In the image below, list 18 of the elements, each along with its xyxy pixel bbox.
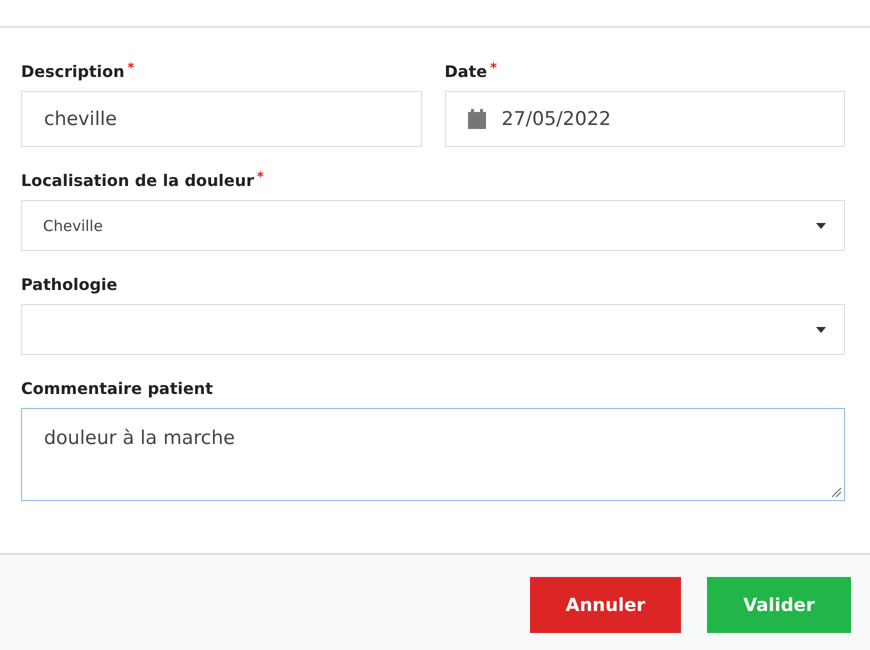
- field-label: Commentaire patient: [21, 379, 213, 398]
- input-field[interactable]: cheville: [21, 91, 422, 147]
- field-label: Pathologie: [21, 275, 118, 294]
- date-field[interactable]: 27/05/2022: [444, 91, 845, 147]
- required-mark: *: [490, 62, 497, 75]
- field-label: Date: [444, 62, 488, 81]
- field-label: Localisation de la douleur: [21, 171, 254, 190]
- required-mark: *: [127, 62, 134, 75]
- text-area[interactable]: douleur à la marche: [21, 408, 845, 501]
- caret-icon: [816, 222, 826, 228]
- select-field[interactable]: [21, 304, 845, 355]
- field-label: Description: [21, 62, 124, 81]
- select-field[interactable]: Cheville: [21, 200, 845, 251]
- required-mark: *: [257, 171, 264, 184]
- cancel-button[interactable]: Annuler: [530, 577, 681, 633]
- resize-grip-icon: [831, 487, 842, 498]
- caret-icon: [816, 326, 826, 332]
- calendar-icon: [468, 109, 486, 129]
